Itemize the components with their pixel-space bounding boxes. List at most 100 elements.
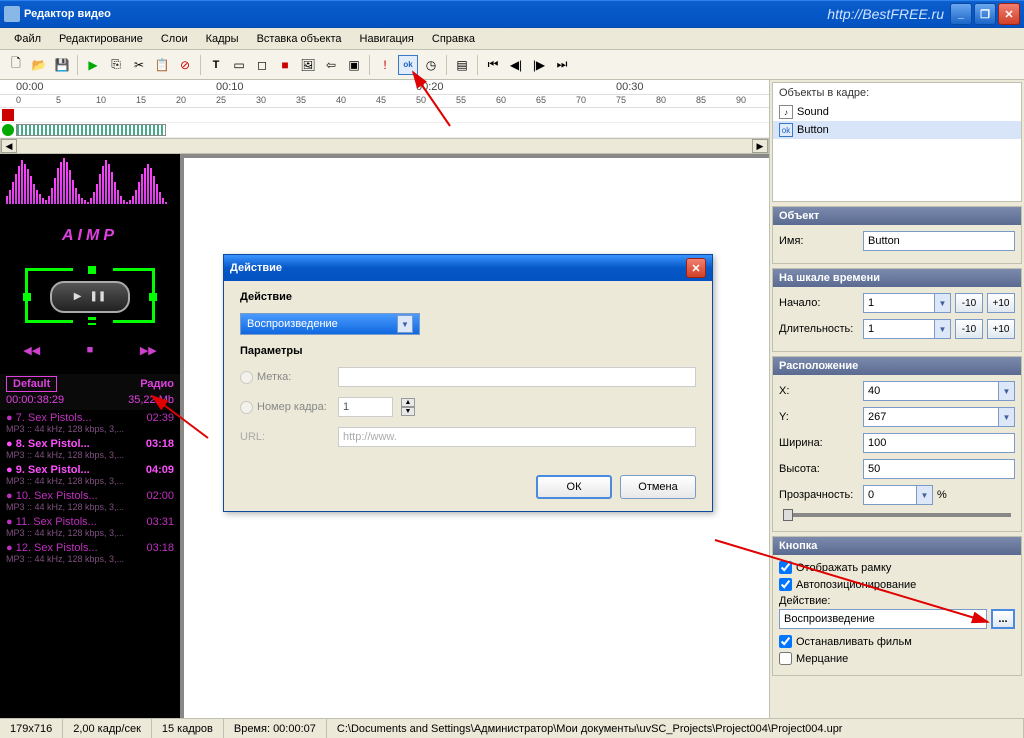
list-item[interactable]: ● 8. Sex Pistol...03:18MP3 :: 44 kHz, 12… <box>0 436 180 462</box>
spin-up-icon: ▲ <box>401 398 415 407</box>
action-dialog: Действие ✕ Действие Воспроизведение ▼ Па… <box>223 254 713 512</box>
status-time: Время: 00:00:07 <box>224 719 327 738</box>
exclaim-icon[interactable]: ! <box>375 55 395 75</box>
chevron-down-icon[interactable]: ▼ <box>397 315 413 333</box>
button-obj-icon: ok <box>779 123 793 137</box>
panel-object-title: Объект <box>773 207 1021 225</box>
status-dims: 179x716 <box>0 719 63 738</box>
cut-icon[interactable]: ✂ <box>129 55 149 75</box>
frame-object-button[interactable]: ok Button <box>773 121 1021 139</box>
callout-icon[interactable]: ▭ <box>229 55 249 75</box>
frame-objects-panel: Объекты в кадре: ♪ Sound ok Button <box>772 82 1022 202</box>
selection-frame[interactable]: ▶ ❚❚ <box>25 268 155 323</box>
action-browse-button[interactable]: ... <box>991 609 1015 629</box>
scroll-left-icon[interactable]: ◀ <box>1 139 17 153</box>
action-select[interactable]: Воспроизведение ▼ <box>240 313 420 335</box>
playlist-tab-radio[interactable]: Радио <box>140 378 174 390</box>
list-item[interactable]: ● 11. Sex Pistols...03:31MP3 :: 44 kHz, … <box>0 514 180 540</box>
blink-checkbox[interactable] <box>779 652 792 665</box>
new-icon[interactable]: 🗋 <box>6 55 26 75</box>
height-input[interactable] <box>863 459 1015 479</box>
menu-layers[interactable]: Слои <box>153 31 196 47</box>
list-item[interactable]: ● 7. Sex Pistols...02:39MP3 :: 44 kHz, 1… <box>0 410 180 436</box>
status-path: C:\Documents and Settings\Администратор\… <box>327 719 1024 738</box>
rect-icon[interactable]: ◻ <box>252 55 272 75</box>
chevron-down-icon[interactable]: ▼ <box>998 382 1014 400</box>
panel-position-title: Расположение <box>773 357 1021 375</box>
panel-timeline-title: На шкале времени <box>773 269 1021 287</box>
ok-button-icon[interactable]: ok <box>398 55 418 75</box>
duration-combo[interactable]: 1▼ <box>863 319 951 339</box>
timeline: 00:00 00:10 00:20 00:30 0510152025303540… <box>0 80 769 138</box>
menu-edit[interactable]: Редактирование <box>51 31 151 47</box>
save-icon[interactable]: 💾 <box>52 55 72 75</box>
maximize-button[interactable]: ❐ <box>974 3 996 25</box>
chevron-down-icon[interactable]: ▼ <box>934 320 950 338</box>
frame-object-sound[interactable]: ♪ Sound <box>773 103 1021 121</box>
open-icon[interactable]: 📂 <box>29 55 49 75</box>
autopos-checkbox[interactable] <box>779 578 792 591</box>
last-icon[interactable]: ⏭ <box>552 55 572 75</box>
ok-button[interactable]: ОК <box>536 475 612 499</box>
chevron-down-icon[interactable]: ▼ <box>916 486 932 504</box>
cancel-button[interactable]: Отмена <box>620 475 696 499</box>
show-frame-checkbox[interactable] <box>779 561 792 574</box>
menu-nav[interactable]: Навигация <box>352 31 422 47</box>
stop-movie-checkbox[interactable] <box>779 635 792 648</box>
timeline-ruler[interactable]: 051015202530354045505560657075808590 <box>0 94 769 108</box>
first-icon[interactable]: ⏮ <box>483 55 503 75</box>
y-combo[interactable]: 267▼ <box>863 407 1015 427</box>
start-minus-button[interactable]: -10 <box>955 293 983 313</box>
x-combo[interactable]: 40▼ <box>863 381 1015 401</box>
list-icon[interactable]: ▤ <box>452 55 472 75</box>
chevron-down-icon[interactable]: ▼ <box>998 408 1014 426</box>
status-frames: 15 кадров <box>152 719 224 738</box>
back-icon[interactable]: ⇦ <box>321 55 341 75</box>
start-plus-button[interactable]: +10 <box>987 293 1015 313</box>
menu-insert[interactable]: Вставка объекта <box>249 31 350 47</box>
object-name-input[interactable] <box>863 231 1015 251</box>
close-button[interactable]: ✕ <box>998 3 1020 25</box>
chevron-down-icon[interactable]: ▼ <box>934 294 950 312</box>
timeline-tracks[interactable] <box>0 108 769 138</box>
frame-number-input <box>338 397 393 417</box>
panel-button-title: Кнопка <box>773 537 1021 555</box>
action-input[interactable] <box>779 609 987 629</box>
minimize-button[interactable]: _ <box>950 3 972 25</box>
next-icon[interactable]: |▶ <box>529 55 549 75</box>
scroll-right-icon[interactable]: ▶ <box>752 139 768 153</box>
playlist-tab-default[interactable]: Default <box>6 376 57 392</box>
menu-frames[interactable]: Кадры <box>198 31 247 47</box>
sound-clip[interactable] <box>16 124 166 136</box>
opacity-slider[interactable] <box>783 513 1011 517</box>
window-title: Редактор видео <box>24 8 111 20</box>
playlist: ● 7. Sex Pistols...02:39MP3 :: 44 kHz, 1… <box>0 410 180 566</box>
menu-help[interactable]: Справка <box>424 31 483 47</box>
width-input[interactable] <box>863 433 1015 453</box>
timeline-scrollbar[interactable]: ◀ ▶ <box>0 138 769 154</box>
image-icon[interactable]: 🖼 <box>298 55 318 75</box>
stop-icon[interactable]: ■ <box>275 55 295 75</box>
menu-file[interactable]: Файл <box>6 31 49 47</box>
app-icon <box>4 6 20 22</box>
opacity-combo[interactable]: 0▼ <box>863 485 933 505</box>
delete-icon[interactable]: ⊘ <box>175 55 195 75</box>
play-icon[interactable]: ▶ <box>83 55 103 75</box>
status-fps: 2,00 кадр/сек <box>63 719 152 738</box>
list-item[interactable]: ● 10. Sex Pistols...02:00MP3 :: 44 kHz, … <box>0 488 180 514</box>
paste-icon[interactable]: 📋 <box>152 55 172 75</box>
url-input <box>338 427 696 447</box>
play-glyph-icon: ▶ <box>74 291 82 302</box>
spin-down-icon: ▼ <box>401 407 415 416</box>
globe-icon[interactable]: ◷ <box>421 55 441 75</box>
frame-icon[interactable]: ▣ <box>344 55 364 75</box>
list-item[interactable]: ● 9. Sex Pistol...04:09MP3 :: 44 kHz, 12… <box>0 462 180 488</box>
dur-minus-button[interactable]: -10 <box>955 319 983 339</box>
dialog-close-button[interactable]: ✕ <box>686 258 706 278</box>
text-icon[interactable]: T <box>206 55 226 75</box>
copy-icon[interactable]: ⎘ <box>106 55 126 75</box>
prev-icon[interactable]: ◀| <box>506 55 526 75</box>
start-combo[interactable]: 1▼ <box>863 293 951 313</box>
dur-plus-button[interactable]: +10 <box>987 319 1015 339</box>
list-item[interactable]: ● 12. Sex Pistols...03:18MP3 :: 44 kHz, … <box>0 540 180 566</box>
